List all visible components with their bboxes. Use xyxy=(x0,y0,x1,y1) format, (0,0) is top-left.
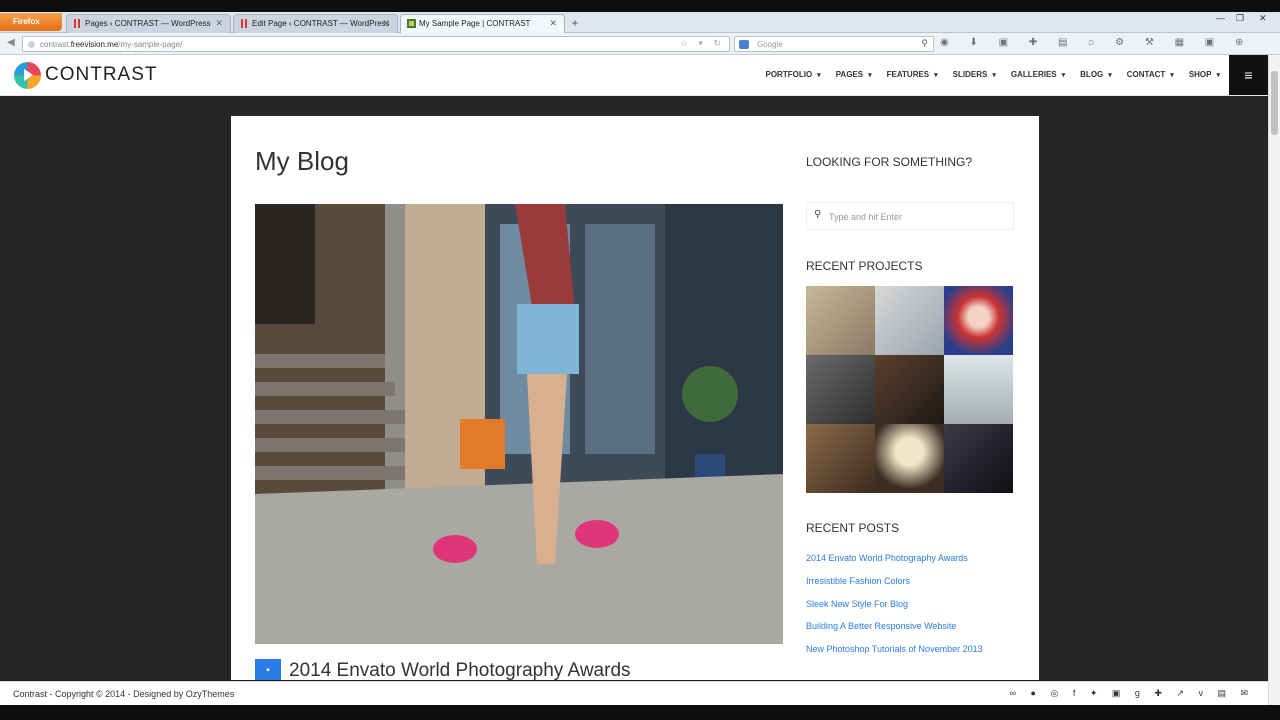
project-thumbnail[interactable] xyxy=(875,424,944,493)
site-header: CONTRAST PORTFOLIO PAGES FEATURES SLIDER… xyxy=(0,55,1268,96)
tab-label: My Sample Page | CONTRAST xyxy=(419,19,531,28)
footer-copyright: Contrast - Copyright © 2014 - Designed b… xyxy=(13,689,235,699)
content-card: My Blog ▪ 2014 Envato World Photography … xyxy=(231,116,1039,680)
back-icon[interactable]: ◀ xyxy=(7,37,15,48)
project-thumbnail[interactable] xyxy=(875,355,944,424)
main-navigation: PORTFOLIO PAGES FEATURES SLIDERS GALLERI… xyxy=(751,70,1221,79)
close-tab-icon[interactable]: ✕ xyxy=(549,18,557,29)
page-background: My Blog ▪ 2014 Envato World Photography … xyxy=(0,96,1268,680)
new-tab-button[interactable]: + xyxy=(568,15,582,31)
minimize-icon[interactable]: — xyxy=(1216,13,1225,23)
post-entry: ▪ 2014 Envato World Photography Awards xyxy=(255,659,631,680)
nav-sliders[interactable]: SLIDERS xyxy=(953,70,996,79)
nav-shop[interactable]: SHOP xyxy=(1189,70,1220,79)
tab-edit-page[interactable]: Edit Page ‹ CONTRAST — WordPress ✕ xyxy=(233,14,398,33)
tab-bar: Firefox Pages ‹ CONTRAST — WordPress ✕ E… xyxy=(0,12,1280,33)
projects-widget-title: RECENT PROJECTS xyxy=(806,259,923,273)
tab-label: Pages ‹ CONTRAST — WordPress xyxy=(85,19,211,28)
project-thumbnail[interactable] xyxy=(944,355,1013,424)
toolbar-icons[interactable]: ◉ ⬇ ▣ ✚ ▤ ⌂ ⚙ ⚒ ▦ ▣ ⊕ xyxy=(940,37,1252,48)
tab-my-sample-page[interactable]: My Sample Page | CONTRAST ✕ xyxy=(400,14,565,33)
tab-label: Edit Page ‹ CONTRAST — WordPress xyxy=(252,19,390,28)
recent-projects-grid xyxy=(806,286,1014,494)
bookmark-star-icon[interactable]: ☆ ▾ ↻ xyxy=(680,38,725,49)
nav-blog[interactable]: BLOG xyxy=(1080,70,1112,79)
search-icon: ⚲ xyxy=(814,209,822,220)
url-path: /my-sample-page/ xyxy=(118,40,183,49)
search-engine-icon[interactable] xyxy=(739,40,749,49)
recent-post-link[interactable]: New Photoshop Tutorials of November 2013 xyxy=(806,644,983,667)
page-scrollbar[interactable] xyxy=(1268,55,1280,705)
scrollbar-thumb[interactable] xyxy=(1271,71,1278,135)
search-widget-title: LOOKING FOR SOMETHING? xyxy=(806,155,973,169)
site-footer: Contrast - Copyright © 2014 - Designed b… xyxy=(0,681,1268,705)
wordpress-favicon-icon xyxy=(240,19,248,28)
url-bar[interactable]: contrast.freevision.me/my-sample-page/ ☆… xyxy=(22,36,730,52)
social-icons[interactable]: ∞ ● ◎ f ✦ ▣ g ✚ ↗ v ▤ ✉ xyxy=(1010,688,1254,699)
logo-text: CONTRAST xyxy=(45,64,158,85)
close-window-icon[interactable]: ✕ xyxy=(1259,13,1267,24)
url-prefix: contrast. xyxy=(40,40,71,49)
recent-post-link[interactable]: Irresistible Fashion Colors xyxy=(806,576,983,599)
firefox-menu-button[interactable]: Firefox xyxy=(0,13,62,31)
search-placeholder: Google xyxy=(757,40,783,49)
tab-pages[interactable]: Pages ‹ CONTRAST — WordPress ✕ xyxy=(66,14,231,33)
close-tab-icon[interactable]: ✕ xyxy=(382,18,390,29)
nav-pages[interactable]: PAGES xyxy=(836,70,872,79)
post-format-icon: ▪ xyxy=(255,659,281,680)
nav-contact[interactable]: CONTACT xyxy=(1127,70,1174,79)
project-thumbnail[interactable] xyxy=(944,424,1013,493)
search-placeholder: Type and hit Enter xyxy=(829,212,903,222)
project-thumbnail[interactable] xyxy=(806,286,875,355)
project-thumbnail[interactable] xyxy=(806,424,875,493)
close-tab-icon[interactable]: ✕ xyxy=(215,18,223,29)
project-thumbnail[interactable] xyxy=(806,355,875,424)
url-host: freevision.me xyxy=(70,40,119,49)
wordpress-favicon-icon xyxy=(73,19,81,28)
post-title[interactable]: 2014 Envato World Photography Awards xyxy=(289,660,631,680)
project-thumbnail[interactable] xyxy=(944,286,1013,355)
posts-widget-title: RECENT POSTS xyxy=(806,521,900,535)
site-logo[interactable]: CONTRAST xyxy=(14,61,158,89)
restore-icon[interactable]: ❐ xyxy=(1236,13,1244,24)
window-top-edge xyxy=(0,0,1280,12)
recent-post-link[interactable]: Building A Better Responsive Website xyxy=(806,621,983,644)
nav-features[interactable]: FEATURES xyxy=(887,70,938,79)
search-bar[interactable]: Google ⚲ xyxy=(734,36,934,52)
site-favicon-icon xyxy=(407,19,416,28)
site-identity-icon xyxy=(28,41,35,48)
recent-post-link[interactable]: Sleek New Style For Blog xyxy=(806,599,983,622)
search-input[interactable]: ⚲ Type and hit Enter xyxy=(806,202,1014,230)
window-bottom-edge xyxy=(0,705,1280,720)
menu-toggle-icon[interactable]: ≡ xyxy=(1229,55,1268,95)
logo-play-icon xyxy=(14,61,41,89)
recent-post-link[interactable]: 2014 Envato World Photography Awards xyxy=(806,553,983,576)
page-title: My Blog xyxy=(255,146,349,176)
recent-posts-list: 2014 Envato World Photography Awards Irr… xyxy=(806,553,983,667)
navigation-toolbar: ◀ contrast.freevision.me/my-sample-page/… xyxy=(0,33,1280,55)
search-icon[interactable]: ⚲ xyxy=(921,38,928,49)
featured-image[interactable] xyxy=(255,204,783,644)
project-thumbnail[interactable] xyxy=(875,286,944,355)
nav-portfolio[interactable]: PORTFOLIO xyxy=(766,70,821,79)
nav-galleries[interactable]: GALLERIES xyxy=(1011,70,1065,79)
